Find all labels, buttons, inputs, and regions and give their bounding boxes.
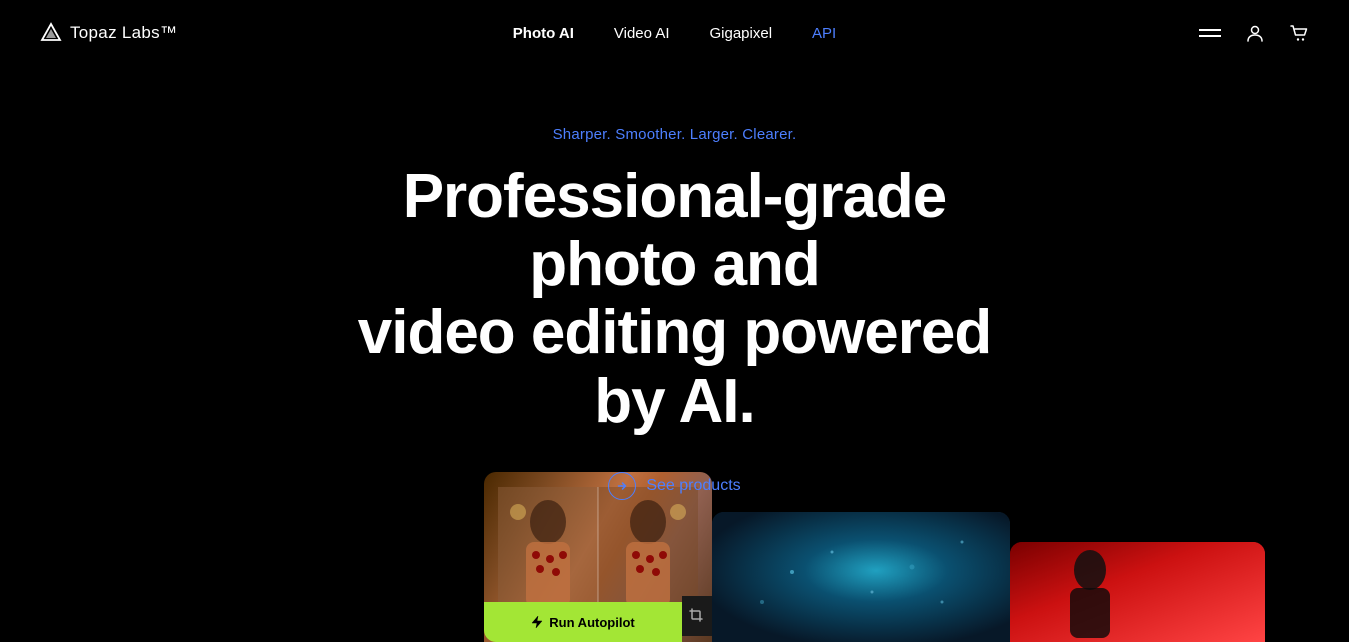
nav-link-gigapixel[interactable]: Gigapixel [709,25,772,42]
logo[interactable]: Topaz Labs™ [40,22,177,44]
cart-icon [1289,23,1309,43]
hero-title-line1: Professional-grade photo and [403,162,947,299]
nav-link-photo-ai[interactable]: Photo AI [513,25,574,42]
nav-link-api[interactable]: API [812,25,836,42]
hamburger-icon [1199,29,1221,37]
nav-right [1199,23,1309,43]
crop-tool-button[interactable] [682,596,712,636]
hero-title-line2: video editing powered by AI. [358,298,992,435]
topaz-logo-icon [40,22,62,44]
lightning-icon [531,615,543,629]
see-products-button[interactable]: See products [608,472,740,500]
run-autopilot-bar[interactable]: Run Autopilot [484,602,682,642]
hero-section: Sharper. Smoother. Larger. Clearer. Prof… [0,66,1349,560]
hero-title: Professional-grade photo and video editi… [325,163,1025,436]
cart-button[interactable] [1289,23,1309,43]
user-icon [1245,23,1265,43]
see-products-label: See products [646,477,740,495]
crop-icon [689,608,705,624]
menu-hamburger-button[interactable] [1199,29,1221,37]
run-autopilot-label: Run Autopilot [549,615,634,630]
nav-link-video-ai[interactable]: Video AI [614,25,670,42]
logo-text: Topaz Labs™ [70,23,177,43]
circle-arrow-icon [608,472,636,500]
hero-tagline: Sharper. Smoother. Larger. Clearer. [553,126,797,143]
user-account-button[interactable] [1245,23,1265,43]
navbar: Topaz Labs™ Photo AI Video AI Gigapixel … [0,0,1349,66]
nav-links: Photo AI Video AI Gigapixel API [513,25,836,42]
